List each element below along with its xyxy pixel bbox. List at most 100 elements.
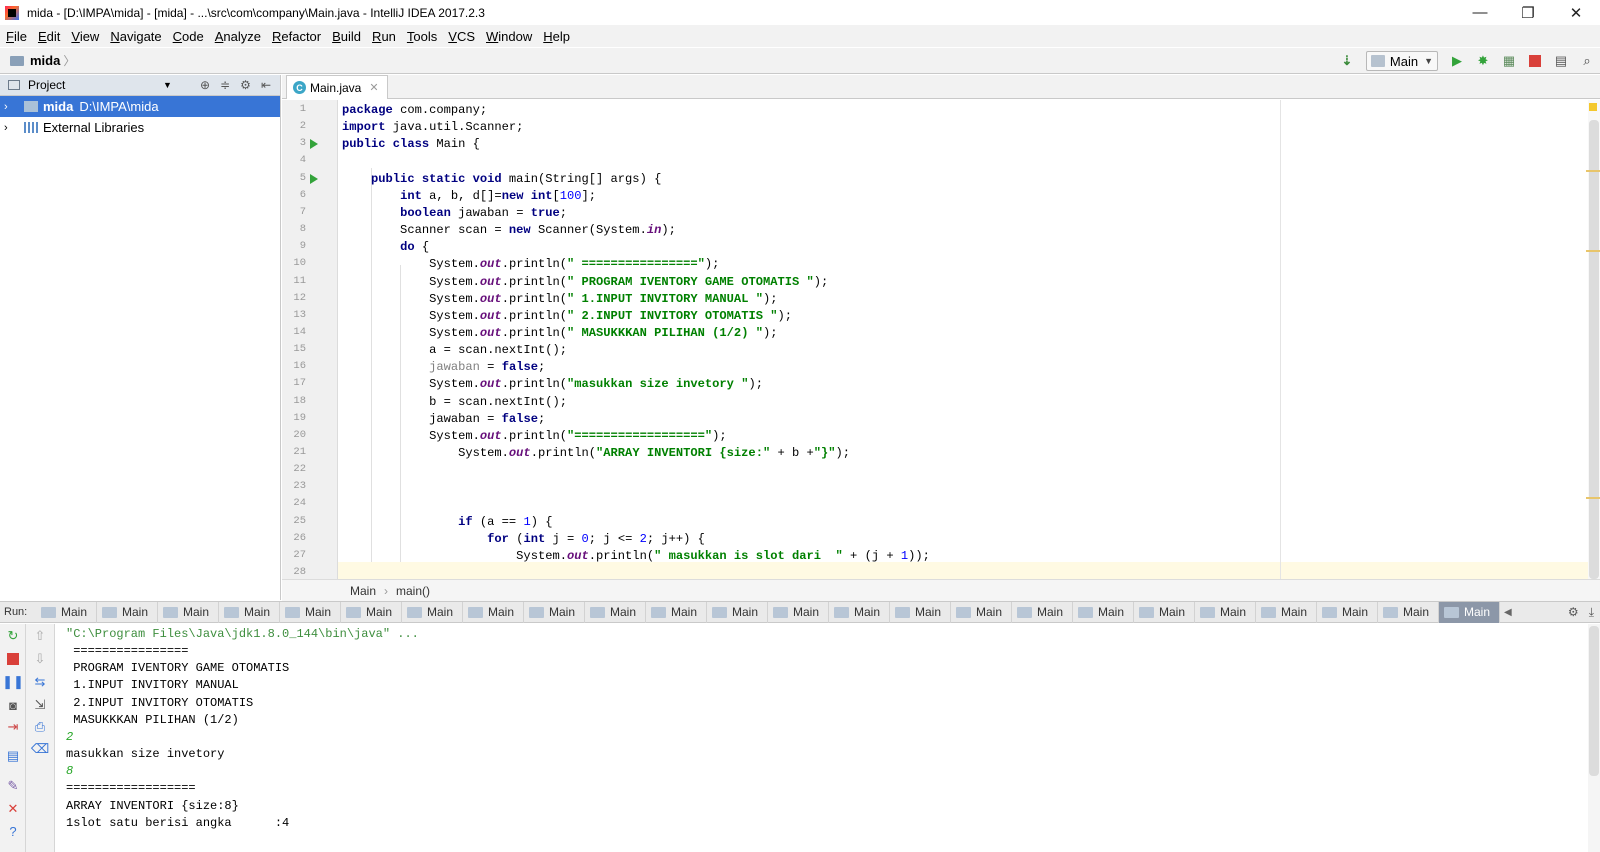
expand-arrow-icon[interactable]: › bbox=[4, 122, 14, 134]
code-line[interactable]: a = scan.nextInt(); bbox=[342, 342, 1600, 359]
code-line[interactable]: do { bbox=[342, 239, 1600, 256]
down-arrow-icon[interactable]: ⇩ bbox=[32, 651, 48, 667]
debug-icon[interactable]: ✸ bbox=[1475, 53, 1491, 69]
run-tab-main[interactable]: Main bbox=[585, 601, 646, 623]
scroll-marker[interactable] bbox=[1586, 170, 1600, 172]
warning-indicator-icon[interactable] bbox=[1589, 103, 1597, 111]
menu-item-build[interactable]: Build bbox=[328, 29, 368, 44]
code-line[interactable]: public class Main { bbox=[342, 136, 1600, 153]
code-editor[interactable]: 1 2 3 4 5 6 7 8 9 10 11 12 13 14 15 16 17 18 19 20 21 22 23 24 2… bbox=[282, 100, 1600, 579]
gear-icon[interactable]: ⚙ bbox=[1568, 605, 1579, 619]
code-line[interactable]: if (a == 1) { bbox=[342, 514, 1600, 531]
nav-project-name[interactable]: mida bbox=[30, 53, 60, 68]
menu-item-file[interactable]: File bbox=[2, 29, 34, 44]
stop-icon[interactable] bbox=[1527, 53, 1543, 69]
run-tab-main[interactable]: Main bbox=[707, 601, 768, 623]
code-line[interactable] bbox=[342, 496, 1600, 513]
code-line[interactable]: for (int j = 0; j <= 2; j++) { bbox=[342, 531, 1600, 548]
menu-item-analyze[interactable]: Analyze bbox=[211, 29, 268, 44]
run-tab-main[interactable]: Main bbox=[1073, 601, 1134, 623]
layout-icon[interactable]: ▤ bbox=[5, 748, 21, 764]
run-console[interactable]: "C:\Program Files\Java\jdk1.8.0_144\bin\… bbox=[56, 624, 1600, 852]
code-line[interactable]: int a, b, d[]=new int[100]; bbox=[342, 188, 1600, 205]
code-line[interactable]: boolean jawaban = true; bbox=[342, 205, 1600, 222]
code-line[interactable] bbox=[342, 153, 1600, 170]
stop-icon[interactable] bbox=[5, 651, 21, 667]
run-tab-main[interactable]: Main bbox=[829, 601, 890, 623]
run-config-select[interactable]: Main ▼ bbox=[1365, 51, 1438, 71]
pause-icon[interactable]: ❚❚ bbox=[2, 674, 24, 690]
editor-scrollbar[interactable] bbox=[1586, 100, 1600, 579]
run-tab-main[interactable]: Main bbox=[402, 601, 463, 623]
project-structure-icon[interactable]: ▤ bbox=[1553, 53, 1569, 69]
menu-item-run[interactable]: Run bbox=[368, 29, 403, 44]
run-tab-main[interactable]: Main bbox=[890, 601, 951, 623]
run-tab-main[interactable]: Main bbox=[1317, 601, 1378, 623]
hide-panel-icon[interactable]: ⇤ bbox=[261, 78, 271, 92]
run-tab-main[interactable]: Main bbox=[36, 601, 97, 623]
scroll-thumb[interactable] bbox=[1589, 626, 1599, 776]
chevron-down-icon[interactable]: ▼ bbox=[163, 80, 172, 90]
collapse-all-icon[interactable]: ≑ bbox=[220, 78, 230, 92]
menu-item-navigate[interactable]: Navigate bbox=[106, 29, 168, 44]
code-line[interactable]: System.out.println("==================")… bbox=[342, 428, 1600, 445]
restore-button[interactable]: ❐ bbox=[1504, 0, 1552, 25]
run-gutter-icon[interactable] bbox=[310, 173, 318, 184]
run-tab-main[interactable]: Main bbox=[1134, 601, 1195, 623]
code-line[interactable]: b = scan.nextInt(); bbox=[342, 394, 1600, 411]
tab-main-java[interactable]: C Main.java ✕ bbox=[286, 75, 388, 99]
clear-all-icon[interactable]: ⌫ bbox=[31, 741, 49, 757]
code-line[interactable] bbox=[342, 565, 1600, 579]
run-gutter-icon[interactable] bbox=[310, 139, 318, 150]
locate-icon[interactable]: ⊕ bbox=[200, 78, 210, 92]
dump-threads-icon[interactable]: ◙ bbox=[5, 697, 21, 713]
code-line[interactable]: System.out.println(" MASUKKKAN PILIHAN (… bbox=[342, 325, 1600, 342]
code-line[interactable]: jawaban = false; bbox=[342, 411, 1600, 428]
run-tab-main[interactable]: Main bbox=[1256, 601, 1317, 623]
menu-item-tools[interactable]: Tools bbox=[403, 29, 444, 44]
up-arrow-icon[interactable]: ⇧ bbox=[32, 628, 48, 644]
project-panel-title[interactable]: Project bbox=[28, 78, 65, 92]
code-line[interactable]: Scanner scan = new Scanner(System.in); bbox=[342, 222, 1600, 239]
code-line[interactable] bbox=[342, 462, 1600, 479]
menu-item-view[interactable]: View bbox=[67, 29, 106, 44]
run-tab-main[interactable]: Main bbox=[1439, 601, 1500, 623]
search-icon[interactable]: ⌕ bbox=[1579, 53, 1595, 69]
close-icon[interactable]: ✕ bbox=[369, 81, 378, 94]
expand-arrow-icon[interactable]: › bbox=[4, 101, 14, 113]
sort-icon[interactable]: ⇣ bbox=[1339, 53, 1355, 69]
breadcrumb-class[interactable]: Main bbox=[350, 584, 376, 598]
code-line[interactable] bbox=[342, 479, 1600, 496]
tree-item-external-libraries[interactable]: › External Libraries bbox=[0, 117, 280, 138]
run-tab-main[interactable]: Main bbox=[646, 601, 707, 623]
run-tab-main[interactable]: Main bbox=[524, 601, 585, 623]
code-line[interactable]: System.out.println("ARRAY INVENTORI {siz… bbox=[342, 445, 1600, 462]
breadcrumb-method[interactable]: main() bbox=[396, 584, 430, 598]
menu-item-window[interactable]: Window bbox=[482, 29, 539, 44]
code-line[interactable]: jawaban = false; bbox=[342, 359, 1600, 376]
soft-wrap-icon[interactable]: ⇆ bbox=[32, 674, 48, 690]
scroll-thumb[interactable] bbox=[1589, 120, 1599, 579]
run-tab-main[interactable]: Main bbox=[158, 601, 219, 623]
pin-icon[interactable]: ✎ bbox=[5, 778, 21, 794]
menu-item-vcs[interactable]: VCS bbox=[444, 29, 482, 44]
code-line[interactable]: import java.util.Scanner; bbox=[342, 119, 1600, 136]
tree-item-mida[interactable]: › mida D:\IMPA\mida bbox=[0, 96, 280, 117]
scroll-marker[interactable] bbox=[1586, 250, 1600, 252]
code-line[interactable]: System.out.println(" ================"); bbox=[342, 256, 1600, 273]
menu-item-code[interactable]: Code bbox=[169, 29, 211, 44]
menu-item-help[interactable]: Help bbox=[539, 29, 577, 44]
code-line[interactable]: System.out.println(" masukkan is slot da… bbox=[342, 548, 1600, 565]
print-icon[interactable]: ⎙ bbox=[32, 719, 48, 735]
run-tab-main[interactable]: Main bbox=[341, 601, 402, 623]
menu-item-edit[interactable]: Edit bbox=[34, 29, 67, 44]
hide-panel-icon[interactable]: ⤓ bbox=[1589, 605, 1594, 620]
exit-icon[interactable]: ⇥ bbox=[5, 719, 21, 735]
run-tab-main[interactable]: Main bbox=[219, 601, 280, 623]
console-scrollbar[interactable] bbox=[1588, 624, 1600, 852]
code-area[interactable]: package com.company; import java.util.Sca… bbox=[338, 100, 1600, 579]
run-tab-main[interactable]: Main bbox=[1378, 601, 1439, 623]
close-icon[interactable]: ✕ bbox=[5, 801, 21, 817]
scroll-marker[interactable] bbox=[1586, 497, 1600, 499]
close-button[interactable]: ✕ bbox=[1552, 0, 1600, 25]
